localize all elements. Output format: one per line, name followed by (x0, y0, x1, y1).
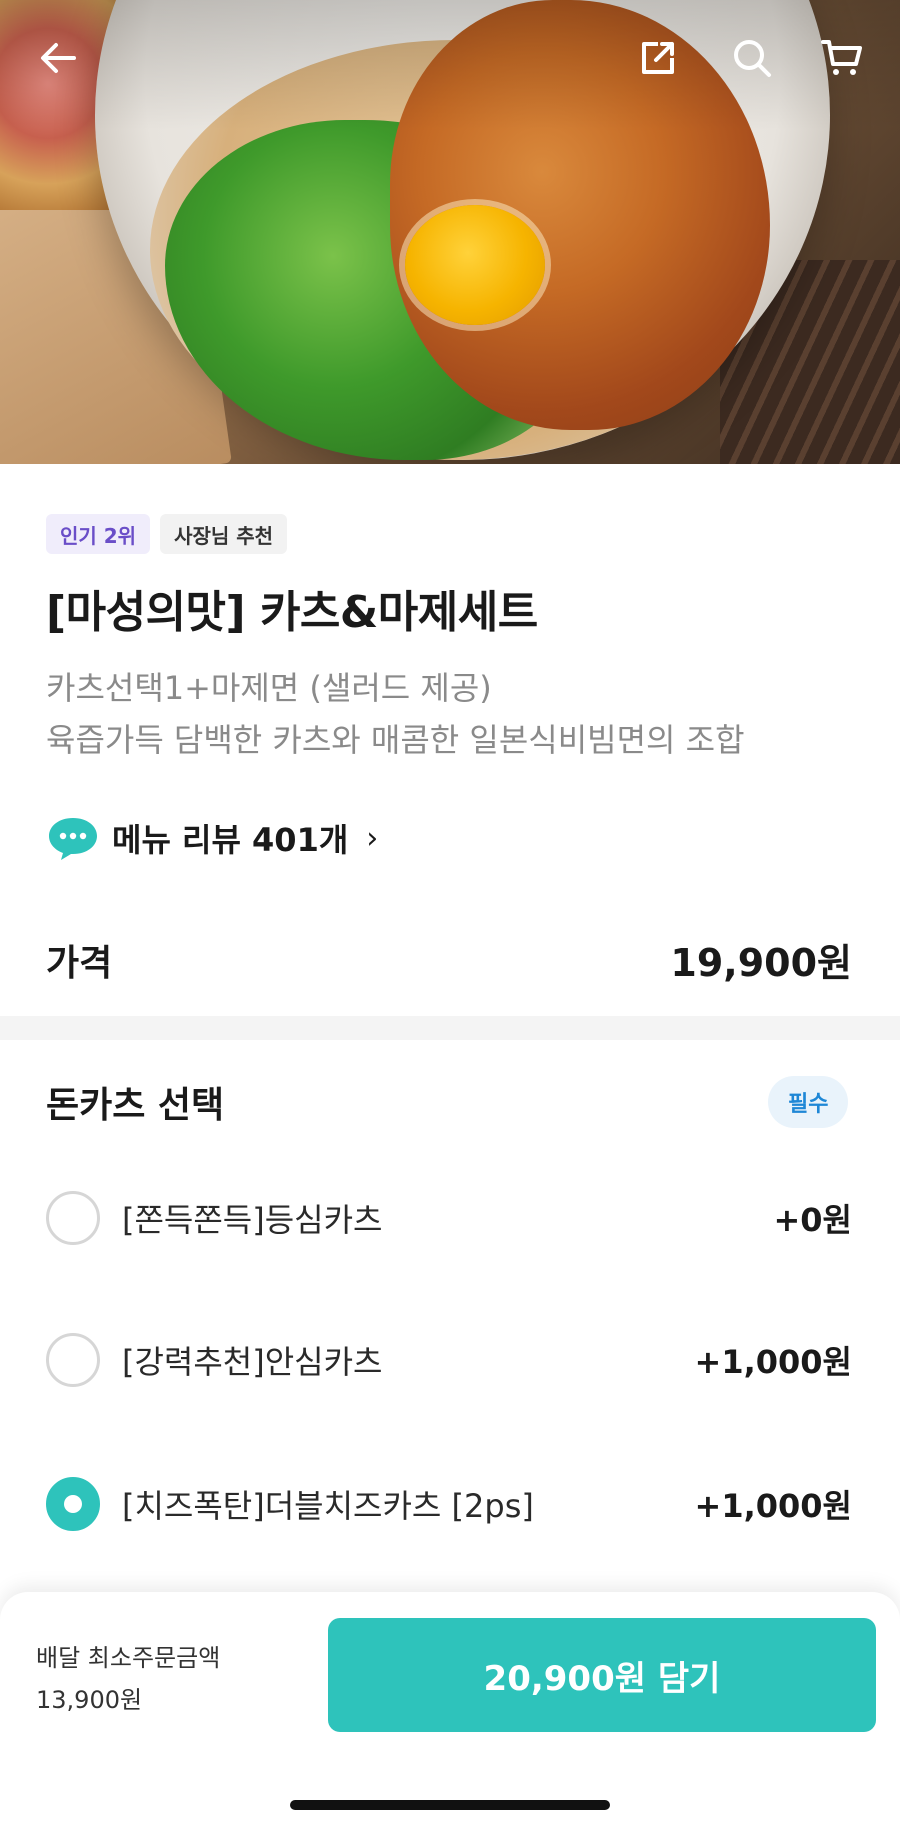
menu-review-link[interactable]: 메뉴 리뷰 401개 › (46, 814, 378, 862)
search-icon (734, 40, 771, 77)
add-to-cart-button[interactable]: 20,900원 담기 (328, 1618, 876, 1732)
egg-yolk (405, 205, 545, 325)
option-item-tenderloin[interactable]: [강력추천]안심카츠 +1,000원 (46, 1330, 852, 1390)
product-description: 카츠선택1+마제면 (샐러드 제공) 육즙가득 담백한 카츠와 매콤한 일본식비… (46, 662, 745, 766)
menu-detail-page: 인기 2위 사장님 추천 [마성의맛] 카츠&마제세트 카츠선택1+마제면 (샐… (0, 0, 900, 1832)
share-icon (642, 42, 674, 74)
cart-button[interactable] (816, 32, 868, 84)
rank-badge: 인기 2위 (46, 514, 151, 554)
search-button[interactable] (726, 32, 778, 84)
arrow-left-icon (41, 43, 76, 73)
home-indicator (290, 1800, 610, 1810)
option-section-title: 돈카츠 선택 (46, 1085, 225, 1126)
option-price: +1,000원 (694, 1343, 852, 1381)
option-price: +1,000원 (694, 1487, 852, 1525)
option-name: [쫀득쫀득]등심카츠 (122, 1201, 383, 1239)
review-count-text: 메뉴 리뷰 401개 (112, 821, 349, 859)
section-divider (0, 1016, 900, 1040)
product-title: [마성의맛] 카츠&마제세트 (46, 587, 538, 638)
share-button[interactable] (632, 32, 684, 84)
price-label: 가격 (46, 942, 113, 984)
radio-button[interactable] (46, 1333, 100, 1387)
back-button[interactable] (32, 32, 84, 84)
min-order-value: 13,900원 (36, 1686, 143, 1714)
description-line: 육즙가득 담백한 카츠와 매콤한 일본식비빔면의 조합 (46, 721, 745, 759)
badge-group: 인기 2위 사장님 추천 (46, 514, 288, 554)
price-row: 가격 19,900원 (46, 932, 852, 987)
option-name: [치즈폭탄]더블치즈카츠 [2ps] (122, 1487, 534, 1525)
chat-bubble-icon (49, 818, 97, 860)
description-line: 카츠선택1+마제면 (샐러드 제공) (46, 669, 492, 707)
cart-icon (821, 40, 862, 75)
bottom-order-bar: 배달 최소주문금액 13,900원 20,900원 담기 (0, 1592, 900, 1832)
chevron-right-icon: › (366, 820, 379, 856)
option-item-sirloin[interactable]: [쫀득쫀득]등심카츠 +0원 (46, 1188, 852, 1248)
option-name: [강력추천]안심카츠 (122, 1343, 383, 1381)
product-image (0, 0, 900, 464)
radio-button-selected[interactable] (46, 1477, 100, 1531)
radio-button[interactable] (46, 1191, 100, 1245)
option-item-double-cheese[interactable]: [치즈폭탄]더블치즈카츠 [2ps] +1,000원 (46, 1474, 852, 1534)
price-value: 19,900원 (670, 941, 852, 985)
owner-pick-badge: 사장님 추천 (160, 514, 288, 554)
option-price: +0원 (773, 1201, 852, 1239)
required-badge: 필수 (768, 1076, 849, 1128)
min-order-label: 배달 최소주문금액 (36, 1644, 221, 1672)
